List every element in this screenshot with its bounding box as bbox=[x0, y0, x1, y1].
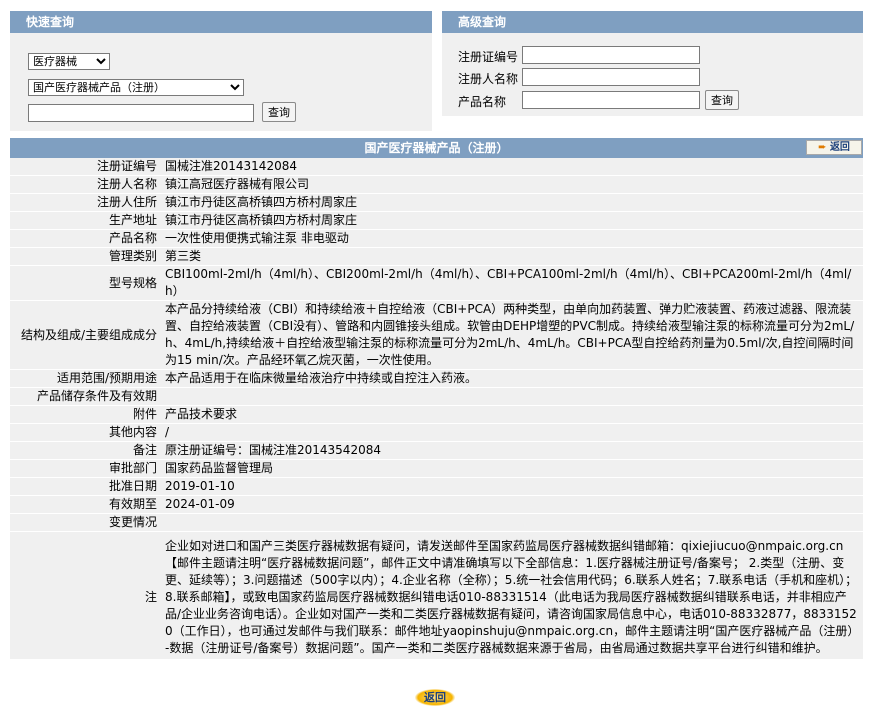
field-value: 一次性使用便携式输注泵 非电驱动 bbox=[161, 229, 863, 248]
back-button-top[interactable]: ➨ 返回 bbox=[806, 140, 862, 155]
table-row: 适用范围/预期用途 本产品适用于在临床微量给液治疗中持续或自控注入药液。 bbox=[10, 369, 863, 388]
advanced-query-title: 高级查询 bbox=[442, 11, 863, 33]
field-label: 适用范围/预期用途 bbox=[10, 369, 161, 388]
field-label: 附件 bbox=[10, 405, 161, 424]
field-label: 注册证编号 bbox=[10, 158, 161, 176]
detail-title: 国产医疗器械产品（注册） bbox=[364, 141, 509, 155]
table-row: 注企业如对进口和国产三类医疗器械数据有疑问，请发送邮件至国家药监局医疗器械数据纠… bbox=[10, 531, 863, 660]
detail-header: 国产医疗器械产品（注册） ➨ 返回 bbox=[10, 138, 863, 158]
field-label: 有效期至 bbox=[10, 495, 161, 514]
table-row: 结构及组成/主要组成成分 本产品分持续给液（CBI）和持续给液＋自控给液（CBI+… bbox=[10, 300, 863, 370]
field-value: 第三类 bbox=[161, 247, 863, 266]
quick-query-title: 快速查询 bbox=[10, 11, 432, 33]
product-name-input[interactable] bbox=[522, 91, 700, 109]
table-row: 批准日期 2019-01-10 bbox=[10, 477, 863, 496]
field-value: 产品技术要求 bbox=[161, 405, 863, 424]
field-value: 镇江高冠医疗器械有限公司 bbox=[161, 175, 863, 194]
quick-query-panel: 快速查询 医疗器械 国产医疗器械产品（注册） 查询 bbox=[10, 11, 432, 131]
detail-table: 注册证编号 国械注准20143142084 注册人名称 镇江高冠医疗器械有限公司 注册人… bbox=[10, 158, 863, 660]
table-row: 其他内容 / bbox=[10, 423, 863, 442]
field-label: 生产地址 bbox=[10, 211, 161, 230]
table-row: 备注 原注册证编号：国械注准20143542084 bbox=[10, 441, 863, 460]
field-label: 注册人住所 bbox=[10, 193, 161, 212]
field-value: 镇江市丹徒区高桥镇四方桥村周家庄 bbox=[161, 211, 863, 230]
field-value: 2019-01-10 bbox=[161, 477, 863, 496]
field-value: / bbox=[161, 423, 863, 442]
table-row: 产品储存条件及有效期 bbox=[10, 387, 863, 406]
advanced-query-panel: 高级查询 注册证编号 注册人名称 产品名称 查询 bbox=[442, 11, 863, 116]
table-row: 有效期至 2024-01-09 bbox=[10, 495, 863, 514]
field-label: 结构及组成/主要组成成分 bbox=[10, 300, 161, 370]
field-value: 国家药品监督管理局 bbox=[161, 459, 863, 478]
category-select[interactable]: 医疗器械 bbox=[28, 53, 110, 70]
field-value: 2024-01-09 bbox=[161, 495, 863, 514]
table-row: 附件 产品技术要求 bbox=[10, 405, 863, 424]
field-label: 产品名称 bbox=[10, 229, 161, 248]
field-label: 其他内容 bbox=[10, 423, 161, 442]
reg-no-input[interactable] bbox=[522, 46, 700, 64]
product-name-label: 产品名称 bbox=[458, 95, 507, 109]
table-row: 生产地址 镇江市丹徒区高桥镇四方桥村周家庄 bbox=[10, 211, 863, 230]
field-value: 镇江市丹徒区高桥镇四方桥村周家庄 bbox=[161, 193, 863, 212]
back-button-bottom[interactable]: 返回 bbox=[415, 689, 455, 706]
field-label: 产品储存条件及有效期 bbox=[10, 387, 161, 406]
field-value bbox=[161, 387, 863, 406]
registrant-label: 注册人名称 bbox=[458, 72, 519, 86]
table-row: 变更情况 bbox=[10, 513, 863, 532]
field-label: 注册人名称 bbox=[10, 175, 161, 194]
field-value: 企业如对进口和国产三类医疗器械数据有疑问，请发送邮件至国家药监局医疗器械数据纠错… bbox=[161, 531, 863, 660]
field-label: 注 bbox=[10, 531, 161, 660]
table-row: 型号规格 CBI100ml-2ml/h（4ml/h）、CBI200ml-2ml/h… bbox=[10, 265, 863, 301]
product-type-select[interactable]: 国产医疗器械产品（注册） bbox=[28, 79, 244, 96]
quick-keyword-input[interactable] bbox=[28, 104, 254, 122]
reg-no-label: 注册证编号 bbox=[458, 50, 519, 64]
product-detail: 国产医疗器械产品（注册） ➨ 返回 注册证编号 国械注准20143142084 注册… bbox=[10, 138, 863, 708]
field-value: 国械注准20143142084 bbox=[161, 158, 863, 176]
field-label: 审批部门 bbox=[10, 459, 161, 478]
table-row: 注册人名称 镇江高冠医疗器械有限公司 bbox=[10, 175, 863, 194]
field-label: 批准日期 bbox=[10, 477, 161, 496]
table-row: 审批部门 国家药品监督管理局 bbox=[10, 459, 863, 478]
field-label: 型号规格 bbox=[10, 265, 161, 301]
quick-query-button[interactable]: 查询 bbox=[262, 102, 296, 122]
registrant-input[interactable] bbox=[522, 68, 700, 86]
field-value: 原注册证编号：国械注准20143542084 bbox=[161, 441, 863, 460]
table-row: 产品名称 一次性使用便携式输注泵 非电驱动 bbox=[10, 229, 863, 248]
field-value bbox=[161, 513, 863, 532]
table-row: 注册人住所 镇江市丹徒区高桥镇四方桥村周家庄 bbox=[10, 193, 863, 212]
advanced-query-button[interactable]: 查询 bbox=[705, 90, 739, 110]
table-row: 管理类别 第三类 bbox=[10, 247, 863, 266]
field-label: 变更情况 bbox=[10, 513, 161, 532]
field-value: 本产品适用于在临床微量给液治疗中持续或自控注入药液。 bbox=[161, 369, 863, 388]
arrow-right-icon: ➨ bbox=[818, 142, 827, 153]
table-row: 注册证编号 国械注准20143142084 bbox=[10, 158, 863, 176]
field-value: CBI100ml-2ml/h（4ml/h）、CBI200ml-2ml/h（4ml… bbox=[161, 265, 863, 301]
field-label: 管理类别 bbox=[10, 247, 161, 266]
field-label: 备注 bbox=[10, 441, 161, 460]
field-value: 本产品分持续给液（CBI）和持续给液＋自控给液（CBI+PCA）两种类型，由单向… bbox=[161, 300, 863, 370]
